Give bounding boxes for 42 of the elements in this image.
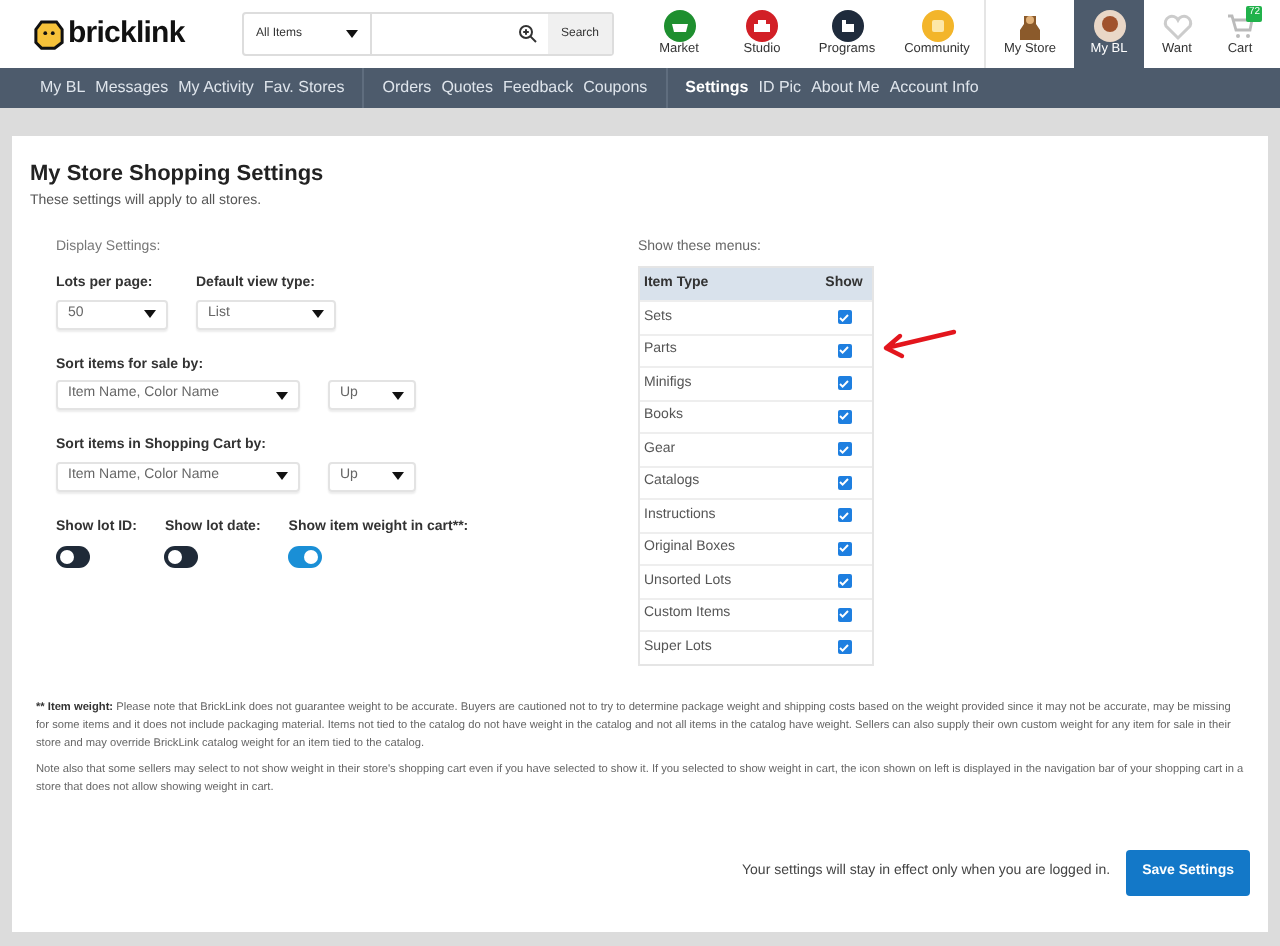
caret-icon — [392, 391, 404, 399]
nav-link[interactable]: Coupons — [583, 76, 648, 100]
page-title: My Store Shopping Settings — [30, 164, 326, 186]
caret-icon — [312, 310, 324, 318]
checkbox[interactable] — [837, 574, 851, 589]
checkbox[interactable] — [837, 541, 851, 556]
nav-link[interactable]: ID Pic — [758, 76, 802, 100]
toggle-switch[interactable] — [288, 546, 323, 568]
checkbox[interactable] — [837, 409, 851, 424]
nav-link[interactable]: Account Info — [889, 76, 979, 100]
checkbox[interactable] — [837, 475, 851, 490]
nav-link[interactable]: About Me — [811, 76, 880, 100]
caret-icon — [276, 472, 288, 480]
checkbox[interactable] — [837, 310, 851, 325]
nav-link[interactable]: Quotes — [441, 76, 493, 100]
caret-icon — [392, 472, 404, 480]
nav-link[interactable]: My Activity — [178, 76, 254, 100]
caret-icon — [276, 391, 288, 399]
nav-link[interactable]: Settings — [685, 76, 749, 100]
nav-link[interactable]: Messages — [95, 76, 169, 100]
heart-icon — [1161, 10, 1193, 43]
checkbox[interactable] — [837, 607, 851, 622]
nav-link[interactable]: My BL — [40, 76, 86, 100]
checkbox[interactable] — [837, 376, 851, 391]
toggle-switch[interactable] — [56, 546, 90, 568]
minifigure-icon — [1014, 10, 1046, 43]
caret-icon — [144, 310, 156, 318]
avatar-icon — [1093, 10, 1125, 43]
annotation-arrow — [878, 327, 958, 359]
logo-text[interactable]: bricklink — [68, 11, 185, 57]
checkbox[interactable] — [837, 343, 851, 358]
checkbox[interactable] — [837, 442, 851, 457]
brick-logo-icon — [34, 19, 64, 49]
nav-link[interactable]: Orders — [382, 76, 432, 100]
checkbox[interactable] — [837, 508, 851, 523]
nav-link[interactable]: Feedback — [502, 76, 574, 100]
cart-icon — [1224, 10, 1256, 43]
basket-icon — [663, 10, 695, 43]
brick-icon — [746, 10, 778, 43]
nav-link[interactable]: Fav. Stores — [263, 76, 345, 100]
toggle-switch[interactable] — [164, 546, 199, 568]
checkbox[interactable] — [837, 640, 851, 655]
